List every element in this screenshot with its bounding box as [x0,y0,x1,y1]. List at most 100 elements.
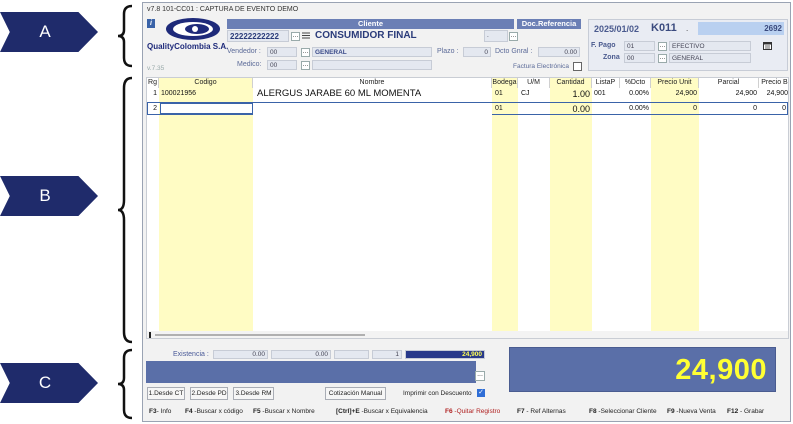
doc-code: K011 [651,22,677,34]
col-header-listap[interactable]: ListaP [592,78,620,88]
existencia-2: 0.00 [271,350,331,359]
listap-cell[interactable] [594,103,620,115]
listap-cell[interactable]: 001 [594,88,620,100]
existencia-3 [334,350,369,359]
col-header-nombre[interactable]: Nombre [253,78,492,88]
vendedor-label: Vendedor : [227,48,261,55]
desde-ct-button[interactable]: 1.Desde CT [147,387,185,400]
fpago-code-field[interactable]: 01 [624,41,655,51]
medico-lookup-button[interactable]: ... [301,61,310,70]
fkey-f4: F4 -Buscar x código [185,408,243,415]
doc-number[interactable]: 2692 [698,22,784,35]
factura-electronica-label: Factura Electrónica [513,63,569,70]
version-label: v.7.35 [147,65,165,72]
codigo-cell[interactable]: 100021956 [161,88,253,100]
plazo-label: Plazo : [437,48,459,55]
dcto-cell[interactable]: 0.00% [620,103,651,115]
nombre-cell[interactable]: ALERGUS JARABE 60 ML MOMENTA [257,88,492,100]
col-header-codigo[interactable]: Codigo [159,78,253,88]
company-logo [166,18,220,40]
parcial-cell: 0 [753,105,757,112]
brace-a [117,4,133,68]
row-number: 2 [153,105,157,112]
fkey-f9: F9 -Nueva Venta [667,408,716,415]
docref-header: Doc.Referencia [517,19,581,29]
dcto-gnral-field[interactable]: 0.00 [538,47,580,57]
codigo-input[interactable] [160,103,253,114]
fkey-ctrl-e: [Ctrl]+E -Buscar x Equivalencia [336,408,428,415]
precio-b-cell: 0 [782,105,786,112]
medico-code-field[interactable]: 00 [267,60,297,70]
info-icon[interactable]: i [147,19,155,28]
existencia-4: 1 [372,350,402,359]
scrollbar-arrow[interactable] [149,332,151,338]
col-header-parcial[interactable]: Parcial [699,78,759,88]
fpago-lookup-button[interactable]: ... [658,42,667,51]
precio-unit-cell[interactable]: 24,900 [651,88,699,100]
imprimir-descuento-checkbox[interactable]: ✓ [477,389,485,397]
logo-text: QualityColombia S.A. [147,42,229,51]
cliente-header: Cliente [227,19,514,29]
vendedor-lookup-button[interactable]: ... [301,48,310,57]
table-row-active[interactable]: 2 01 0.00 0.00% 0 0 0 [147,102,788,115]
codigo-column-bg [159,78,253,338]
medico-label: Medico: [237,61,262,68]
scrollbar-thumb[interactable] [155,334,365,336]
doc-date: 2025/01/02 [594,24,640,34]
docref-type-field[interactable]: . [484,30,508,42]
nit-lookup-button[interactable]: ... [291,32,300,41]
observation-lookup-button[interactable]: ... [475,371,485,381]
cantidad-cell[interactable]: 0.00 [550,103,592,115]
vendedor-code-field[interactable]: 00 [267,47,297,57]
menu-icon[interactable] [302,31,310,40]
nombre-cell[interactable] [253,103,492,115]
plazo-field[interactable]: 0 [463,47,491,57]
col-header-rg[interactable]: Rg [147,78,159,88]
zona-code-field[interactable]: 00 [624,53,655,63]
col-header-um[interactable]: U/M [518,78,550,88]
callout-c: C [0,363,98,403]
col-header-precio-unit[interactable]: Precio Unit [651,78,699,88]
parcial-cell: 24,900 [735,90,757,97]
zona-label: Zona [603,54,620,61]
nit-field[interactable]: 22222222222 [227,30,289,42]
imprimir-descuento-label: Imprimir con Descuento [403,390,472,397]
observation-field[interactable] [146,361,476,383]
zona-lookup-button[interactable]: ... [658,54,667,63]
col-header-bodega[interactable]: Bodega [492,78,518,88]
desde-rm-button[interactable]: 3.Desde RM [233,387,274,400]
bodega-column-bg [492,78,518,338]
desde-pd-button[interactable]: 2.Desde PD [190,387,228,400]
bodega-cell[interactable]: 01 [495,103,518,115]
precio-unit-column-bg [651,78,699,338]
vendedor-name-field[interactable]: GENERAL [312,47,432,57]
table-row[interactable]: 1 100021956 ALERGUS JARABE 60 ML MOMENTA… [147,88,788,100]
fkey-f8: F8 -Seleccionar Cliente [589,408,657,415]
fpago-name-field[interactable]: EFECTIVO [669,41,751,51]
fkey-f7: F7 - Ref Alternas [517,408,566,415]
col-header-dcto[interactable]: %Dcto [620,78,651,88]
items-grid[interactable]: Rg Codigo Nombre Bodega U/M Cantidad Lis… [146,77,789,339]
um-cell[interactable]: CJ [521,88,550,100]
col-header-cantidad[interactable]: Cantidad [550,78,592,88]
horizontal-scrollbar[interactable] [147,331,788,338]
cantidad-column-bg [550,78,592,338]
app-window: v7.8 101-CC01 : CAPTURA DE EVENTO DEMO i… [142,2,791,422]
precio-b-cell: 24,900 [766,90,788,97]
col-header-precio-b[interactable]: Precio B [759,78,788,88]
precio-unit-cell[interactable]: 0 [651,103,699,115]
docref-lookup-button[interactable]: ... [509,32,518,41]
cotizacion-manual-button[interactable]: Cotización Manual [325,387,386,400]
callout-b: B [0,176,98,216]
dcto-cell[interactable]: 0.00% [620,88,651,100]
bodega-cell[interactable]: 01 [495,88,518,100]
cantidad-cell[interactable]: 1.00 [550,88,592,100]
brace-c [117,348,133,420]
total-amount: 24,900 [675,354,767,386]
um-cell[interactable] [521,103,550,115]
factura-electronica-checkbox[interactable] [573,62,582,71]
medico-name-field[interactable] [312,60,432,70]
calendar-icon[interactable] [763,41,772,52]
zona-name-field[interactable]: GENERAL [669,53,751,63]
fkey-f6: F6 -Quitar Registro [445,408,501,415]
